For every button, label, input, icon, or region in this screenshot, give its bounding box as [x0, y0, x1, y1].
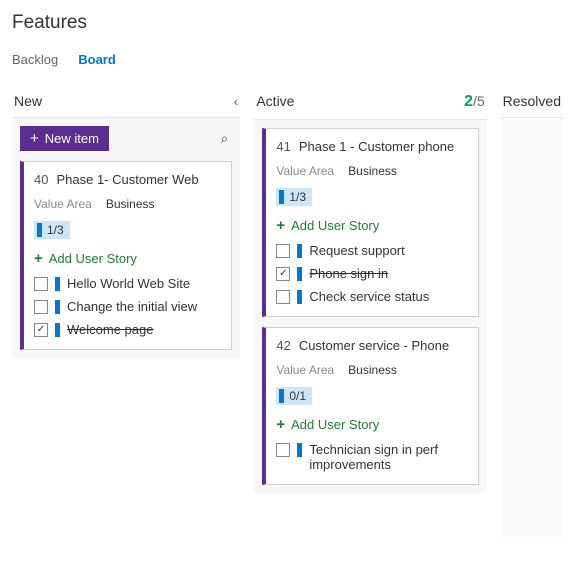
card-id: 41: [276, 139, 290, 154]
feature-card[interactable]: 41 Phase 1 - Customer phone Value Area B…: [262, 128, 478, 317]
new-item-button[interactable]: + New item: [20, 126, 109, 151]
story-type-icon: [297, 290, 302, 304]
story-checkbox[interactable]: [276, 244, 290, 258]
story-type-icon: [297, 267, 302, 281]
story-checkbox[interactable]: [34, 323, 48, 337]
story-label: Technician sign in perf improvements: [309, 442, 467, 472]
progress-text: 1/3: [289, 190, 306, 204]
story-type-icon: [55, 277, 60, 291]
story-type-icon: [297, 244, 302, 258]
progress-badge: 1/3: [276, 188, 312, 206]
progress-bar-icon: [279, 389, 284, 403]
story-checkbox[interactable]: [276, 443, 290, 457]
card-title: Customer service - Phone: [299, 338, 449, 353]
story-checkbox[interactable]: [276, 290, 290, 304]
field-label: Value Area: [34, 197, 92, 211]
search-icon[interactable]: ⌕: [217, 130, 233, 147]
wip-count: 2: [464, 93, 473, 110]
card-id: 40: [34, 172, 48, 187]
column-resolved: Resolved: [501, 93, 563, 537]
tab-board[interactable]: Board: [78, 52, 116, 67]
column-new-title: New: [14, 93, 42, 109]
story-label: Change the initial view: [67, 299, 221, 314]
column-resolved-title: Resolved: [503, 93, 561, 109]
story-label: Welcome page: [67, 322, 221, 337]
story-type-icon: [297, 443, 302, 457]
story-label: Check service status: [309, 289, 467, 304]
new-item-label: New item: [45, 131, 99, 146]
progress-badge: 1/3: [34, 221, 70, 239]
add-user-story-button[interactable]: + Add User Story: [276, 218, 467, 233]
add-user-story-button[interactable]: + Add User Story: [276, 417, 467, 432]
progress-text: 0/1: [289, 389, 306, 403]
story-checkbox[interactable]: [276, 267, 290, 281]
plus-icon: +: [276, 417, 285, 432]
progress-badge: 0/1: [276, 387, 312, 405]
add-user-story-label: Add User Story: [291, 218, 379, 233]
field-label: Value Area: [276, 363, 334, 377]
story-checkbox[interactable]: [34, 300, 48, 314]
progress-text: 1/3: [47, 223, 64, 237]
story-type-icon: [55, 300, 60, 314]
progress-bar-icon: [279, 190, 284, 204]
story-label: Request support: [309, 243, 467, 258]
wip-limit: /5: [473, 93, 485, 109]
wip-indicator: 2/5: [464, 93, 485, 111]
plus-icon: +: [276, 218, 285, 233]
story-label: Hello World Web Site: [67, 276, 221, 291]
user-story-item[interactable]: Request support: [276, 243, 467, 258]
field-label: Value Area: [276, 164, 334, 178]
card-id: 42: [276, 338, 290, 353]
user-story-item[interactable]: Phone sign in: [276, 266, 467, 281]
progress-bar-icon: [37, 223, 42, 237]
add-user-story-button[interactable]: + Add User Story: [34, 251, 221, 266]
plus-icon: +: [34, 251, 43, 266]
story-type-icon: [55, 323, 60, 337]
page-title: Features: [12, 12, 563, 34]
view-tabs: Backlog Board: [12, 52, 563, 67]
user-story-item[interactable]: Hello World Web Site: [34, 276, 221, 291]
add-user-story-label: Add User Story: [291, 417, 379, 432]
story-label: Phone sign in: [309, 266, 467, 281]
plus-icon: +: [30, 131, 39, 146]
feature-card[interactable]: 42 Customer service - Phone Value Area B…: [262, 327, 478, 485]
add-user-story-label: Add User Story: [49, 251, 137, 266]
column-new: New ‹ + New item ⌕ 40 Phase 1- Customer …: [12, 93, 240, 537]
column-active-title: Active: [256, 93, 294, 109]
field-value: Business: [106, 197, 155, 211]
column-active: Active 2/5 41 Phase 1 - Customer phone V…: [254, 93, 486, 537]
card-title: Phase 1 - Customer phone: [299, 139, 454, 154]
tab-backlog[interactable]: Backlog: [12, 52, 58, 67]
user-story-item[interactable]: Welcome page: [34, 322, 221, 337]
card-title: Phase 1- Customer Web: [56, 172, 198, 187]
user-story-item[interactable]: Change the initial view: [34, 299, 221, 314]
user-story-item[interactable]: Technician sign in perf improvements: [276, 442, 467, 472]
story-checkbox[interactable]: [34, 277, 48, 291]
user-story-item[interactable]: Check service status: [276, 289, 467, 304]
field-value: Business: [348, 164, 397, 178]
field-value: Business: [348, 363, 397, 377]
feature-card[interactable]: 40 Phase 1- Customer Web Value Area Busi…: [20, 161, 232, 350]
collapse-icon[interactable]: ‹: [234, 93, 239, 109]
